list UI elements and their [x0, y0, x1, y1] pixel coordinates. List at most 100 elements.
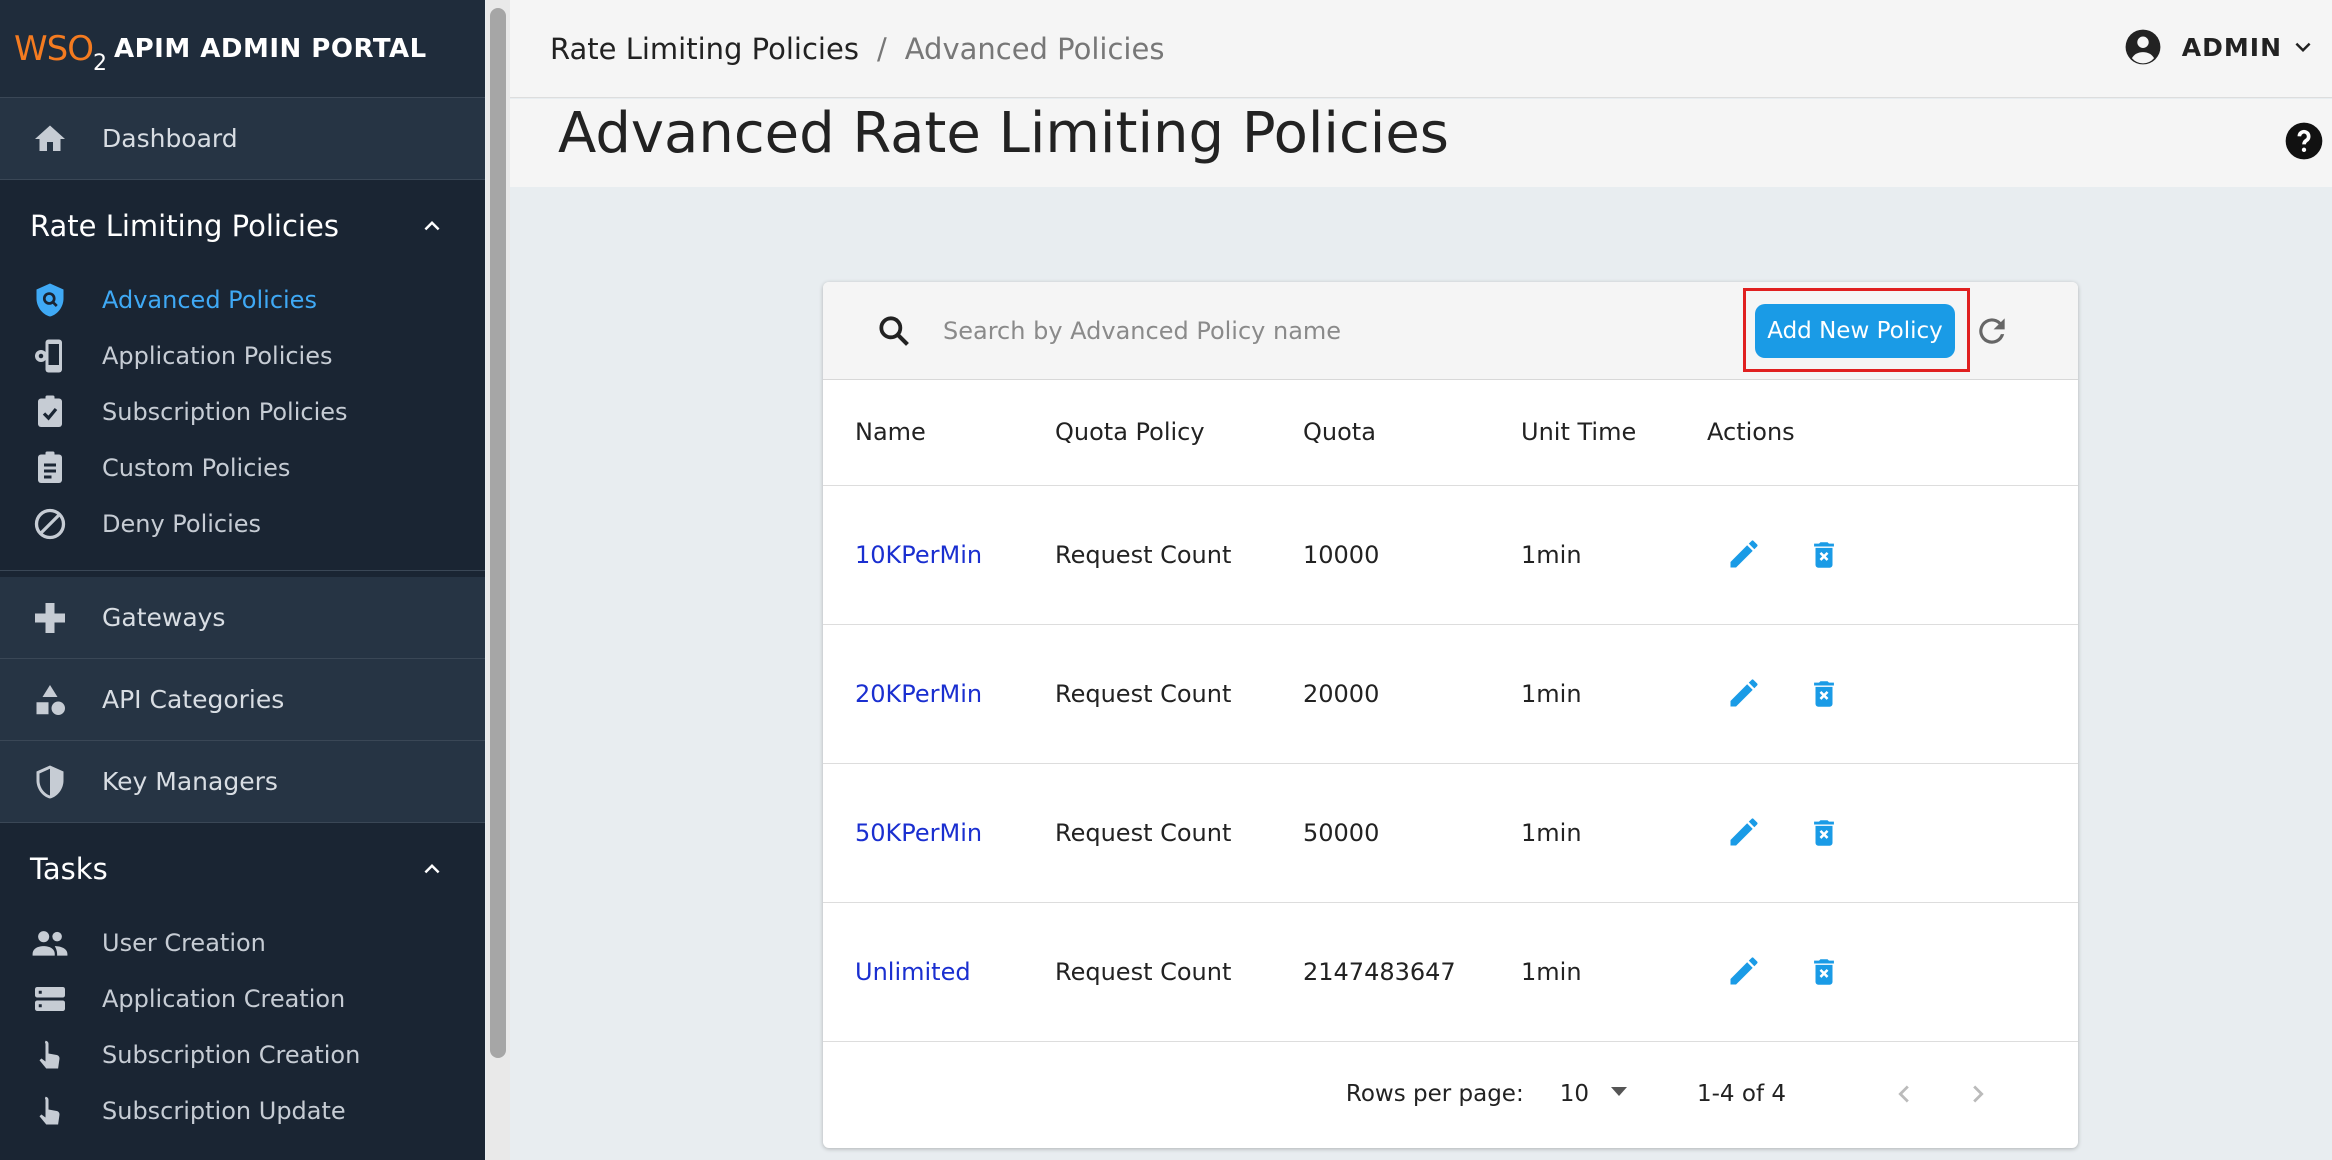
sidebar-item-application-policies[interactable]: Application Policies: [0, 328, 485, 384]
sidebar-item-custom-policies[interactable]: Custom Policies: [0, 440, 485, 496]
sidebar-item-label: Gateways: [102, 603, 226, 632]
storage-icon: [30, 979, 70, 1019]
clipboard-list-icon: [30, 448, 70, 488]
next-page-button[interactable]: [1958, 1074, 1998, 1114]
actions-cell: [1707, 624, 2078, 764]
sidebar-item-key-managers[interactable]: Key Managers: [0, 741, 485, 823]
policy-name-link[interactable]: 50KPerMin: [855, 819, 982, 847]
quota-policy-cell: Request Count: [1055, 902, 1303, 1042]
sidebar-item-label: Key Managers: [102, 767, 278, 796]
help-icon[interactable]: [2284, 121, 2324, 161]
sidebar-item-label: Subscription Creation: [102, 1041, 361, 1069]
policy-name-link[interactable]: Unlimited: [855, 958, 971, 986]
pagination: Rows per page: 10 1-4 of 4: [823, 1042, 2078, 1146]
actions-cell: [1707, 763, 2078, 903]
quota-cell: 20000: [1303, 624, 1521, 764]
account-icon: [2125, 29, 2161, 65]
user-menu[interactable]: ADMIN: [2124, 28, 2318, 66]
quota-cell: 2147483647: [1303, 902, 1521, 1042]
sidebar-item-application-creation[interactable]: Application Creation: [0, 971, 485, 1027]
sidebar: WSO2 APIM ADMIN PORTAL Dashboard Rate Li…: [0, 0, 485, 1160]
edit-icon[interactable]: [1722, 671, 1766, 715]
quota-cell: 10000: [1303, 485, 1521, 625]
sidebar-item-api-categories[interactable]: API Categories: [0, 659, 485, 741]
column-header-unit-time[interactable]: Unit Time: [1521, 380, 1707, 486]
title-band: Advanced Rate Limiting Policies: [510, 99, 2332, 187]
page-title: Advanced Rate Limiting Policies: [558, 101, 1449, 166]
sidebar-item-deny-policies[interactable]: Deny Policies: [0, 496, 485, 552]
breadcrumb-parent[interactable]: Rate Limiting Policies: [550, 32, 859, 66]
top-bar: Rate Limiting Policies / Advanced Polici…: [510, 0, 2332, 98]
previous-page-button[interactable]: [1884, 1074, 1924, 1114]
quota-policy-cell: Request Count: [1055, 624, 1303, 764]
sidebar-item-subscription-update[interactable]: Subscription Update: [0, 1083, 485, 1139]
policies-card: Add New Policy Name Quota Policy Quota U…: [823, 282, 2078, 1148]
delete-icon[interactable]: [1802, 950, 1846, 994]
home-icon: [30, 119, 70, 159]
policy-name-link[interactable]: 20KPerMin: [855, 680, 982, 708]
table-row: 50KPerMin Request Count 50000 1min: [823, 763, 2078, 903]
sidebar-item-label: Custom Policies: [102, 454, 291, 482]
sidebar-item-subscription-creation[interactable]: Subscription Creation: [0, 1027, 485, 1083]
portal-title: APIM ADMIN PORTAL: [113, 33, 427, 64]
unit-time-cell: 1min: [1521, 485, 1707, 625]
block-icon: [30, 504, 70, 544]
sidebar-item-label: Subscription Update: [102, 1097, 346, 1125]
sidebar-item-label: User Creation: [102, 929, 266, 957]
breadcrumb-current: Advanced Policies: [904, 31, 1165, 66]
delete-icon[interactable]: [1802, 533, 1846, 577]
chevron-down-icon: [2295, 42, 2311, 52]
page-range: 1-4 of 4: [1697, 1080, 1786, 1107]
app-settings-icon: [30, 336, 70, 376]
policy-name-link[interactable]: 10KPerMin: [855, 541, 982, 569]
touch-icon: [30, 1035, 70, 1075]
sidebar-item-advanced-policies[interactable]: Advanced Policies: [0, 272, 485, 328]
category-icon: [30, 680, 70, 720]
tasks-header[interactable]: Tasks: [0, 823, 485, 915]
tasks-label: Tasks: [30, 852, 108, 886]
rows-per-page-label: Rows per page:: [1345, 1080, 1524, 1107]
rate-limiting-label: Rate Limiting Policies: [30, 209, 339, 243]
table-row: Unlimited Request Count 2147483647 1min: [823, 902, 2078, 1042]
edit-icon[interactable]: [1722, 949, 1766, 993]
rows-per-page-select[interactable]: 10: [1560, 1081, 1627, 1107]
unit-time-cell: 1min: [1521, 763, 1707, 903]
edit-icon[interactable]: [1722, 810, 1766, 854]
brand-header[interactable]: WSO2 APIM ADMIN PORTAL: [0, 0, 485, 98]
edit-icon[interactable]: [1722, 532, 1766, 576]
sidebar-item-label: Dashboard: [102, 124, 238, 153]
sidebar-scrollbar-thumb[interactable]: [490, 8, 506, 1058]
search-input[interactable]: [943, 304, 1703, 358]
table-row: 10KPerMin Request Count 10000 1min: [823, 485, 2078, 625]
sidebar-item-subscription-policies[interactable]: Subscription Policies: [0, 384, 485, 440]
clipboard-check-icon: [30, 392, 70, 432]
actions-cell: [1707, 902, 2078, 1042]
sidebar-item-label: API Categories: [102, 685, 285, 714]
breadcrumb: Rate Limiting Policies / Advanced Polici…: [510, 32, 1164, 66]
tasks-group: Tasks User Creation Application Creation…: [0, 823, 485, 1157]
sidebar-item-user-creation[interactable]: User Creation: [0, 915, 485, 971]
column-header-name[interactable]: Name: [823, 380, 1055, 486]
caret-down-icon: [1611, 1087, 1627, 1096]
user-name: ADMIN: [2181, 32, 2282, 62]
sidebar-item-label: Application Creation: [102, 985, 346, 1013]
delete-icon[interactable]: [1802, 811, 1846, 855]
gateway-icon: [30, 598, 70, 638]
add-new-policy-button[interactable]: Add New Policy: [1755, 304, 1955, 358]
sidebar-item-gateways[interactable]: Gateways: [0, 577, 485, 659]
sidebar-item-label: Deny Policies: [102, 510, 262, 538]
chevron-up-icon: [424, 864, 440, 874]
shield-search-icon: [30, 280, 70, 320]
column-header-quota[interactable]: Quota: [1303, 380, 1521, 486]
touch-icon: [30, 1091, 70, 1131]
column-header-quota-policy[interactable]: Quota Policy: [1055, 380, 1303, 486]
quota-policy-cell: Request Count: [1055, 763, 1303, 903]
sidebar-item-dashboard[interactable]: Dashboard: [0, 98, 485, 180]
wso2-logo: WSO2: [14, 28, 107, 76]
policies-table: Name Quota Policy Quota Unit Time Action…: [823, 380, 2078, 1042]
table-header-row: Name Quota Policy Quota Unit Time Action…: [823, 380, 2078, 486]
refresh-icon[interactable]: [1973, 312, 2011, 350]
people-icon: [30, 923, 70, 963]
rate-limiting-header[interactable]: Rate Limiting Policies: [0, 180, 485, 272]
delete-icon[interactable]: [1802, 672, 1846, 716]
